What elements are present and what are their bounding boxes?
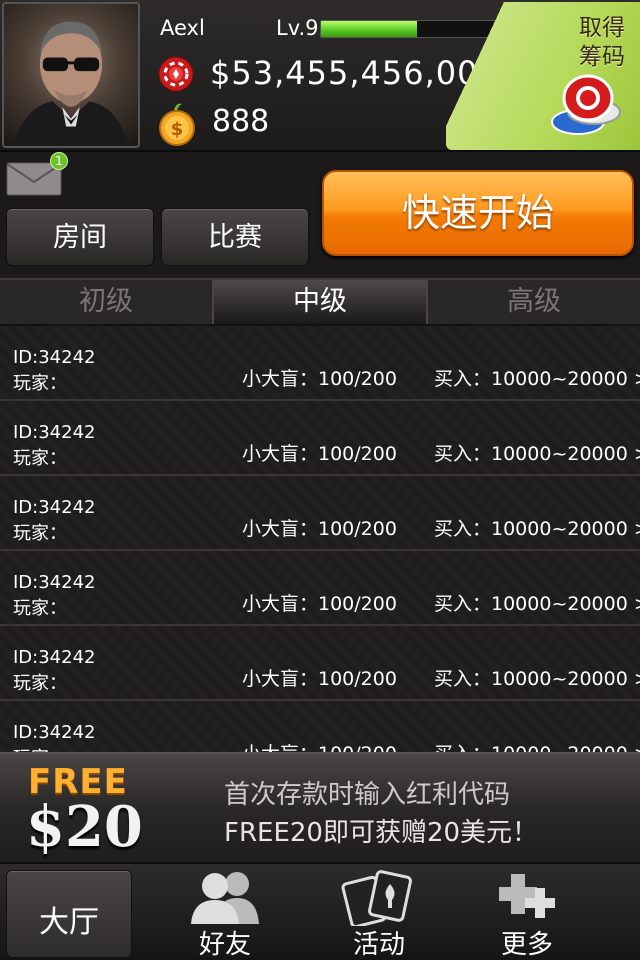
tab-advanced[interactable]: 高级 <box>428 280 640 324</box>
level-label: Lv.9 <box>276 16 319 40</box>
table-row[interactable]: ID:34242 玩家： 小大盲：100/200 买入：10000~20000 … <box>0 551 640 626</box>
room-blinds: 小大盲：100/200 <box>242 668 397 690</box>
tab-beginner[interactable]: 初级 <box>0 280 214 324</box>
room-players: 玩家： <box>13 448 67 469</box>
quick-start-button[interactable]: 快速开始 <box>322 170 634 256</box>
room-id: ID:34242 <box>13 722 96 743</box>
room-players: 玩家： <box>13 523 67 544</box>
profile-header: Aexl Lv.9 $53,455,456,000 $ 888 取得筹码 <box>0 0 640 152</box>
room-buyin: 买入：10000~20000 > <box>434 593 640 615</box>
room-players: 玩家： <box>13 744 67 752</box>
chip-stack-icon <box>551 74 621 135</box>
room-id: ID:34242 <box>13 497 96 518</box>
promo-text-line2: FREE20即可获赠20美元！ <box>224 818 539 848</box>
mail-badge: 1 <box>50 152 68 170</box>
nav-more[interactable]: 更多 <box>452 864 602 960</box>
room-players: 玩家： <box>13 373 67 394</box>
room-buyin: 买入：10000~20000 > <box>434 368 640 390</box>
cards-icon <box>341 870 412 926</box>
level-tabs: 初级 中级 高级 <box>0 278 640 326</box>
room-id: ID:34242 <box>13 347 96 368</box>
nav-events[interactable]: 活动 <box>304 864 454 960</box>
room-id: ID:34242 <box>13 572 96 593</box>
room-blinds: 小大盲：100/200 <box>242 739 397 752</box>
promo-banner[interactable]: FREE $20 首次存款时输入红利代码 FREE20即可获赠20美元！ <box>0 752 640 862</box>
get-chips-label: 取得筹码 <box>579 15 625 70</box>
room-buyin: 买入：10000~20000 > <box>434 518 640 540</box>
level-progress-fill <box>321 21 418 37</box>
room-blinds: 小大盲：100/200 <box>242 368 397 390</box>
room-buyin: 买入：10000~20000 > <box>434 443 640 465</box>
bottom-nav: 大厅 好友 活动 更多 <box>0 862 640 960</box>
table-row[interactable]: ID:34242 玩家： 小大盲：100/200 买入：10000~20000 … <box>0 476 640 551</box>
more-plus-icon <box>499 874 555 918</box>
svg-text:$: $ <box>171 119 184 140</box>
poker-chip-icon <box>158 56 194 92</box>
coin-balance: 888 <box>212 104 270 139</box>
table-row[interactable]: ID:34242 玩家： 小大盲：100/200 买入：10000~20000 … <box>0 401 640 476</box>
room-buyin: 买入：10000~20000 > <box>434 739 640 752</box>
room-players: 玩家： <box>13 598 67 619</box>
room-list: ID:34242 玩家： 小大盲：100/200 买入：10000~20000 … <box>0 326 640 752</box>
room-players: 玩家： <box>13 673 67 694</box>
nav-lobby[interactable]: 大厅 <box>6 870 132 958</box>
tab-intermediate[interactable]: 中级 <box>214 280 428 324</box>
promo-amount: $20 <box>26 794 143 860</box>
room-id: ID:34242 <box>13 647 96 668</box>
room-buyin: 买入：10000~20000 > <box>434 668 640 690</box>
room-blinds: 小大盲：100/200 <box>242 518 397 540</box>
nav-lobby-label: 大厅 <box>39 905 99 940</box>
room-id: ID:34242 <box>13 422 96 443</box>
nav-friends[interactable]: 好友 <box>150 864 300 960</box>
table-row[interactable]: ID:34242 玩家： 小大盲：100/200 买入：10000~20000 … <box>0 701 640 752</box>
player-portrait-icon <box>13 21 129 146</box>
get-chips-button[interactable]: 取得筹码 <box>446 2 640 150</box>
username: Aexl <box>160 16 205 40</box>
promo-text-line1: 首次存款时输入红利代码 <box>224 780 511 810</box>
table-row[interactable]: ID:34242 玩家： 小大盲：100/200 买入：10000~20000 … <box>0 326 640 401</box>
tournament-button[interactable]: 比赛 <box>161 208 309 266</box>
gold-coin-icon: $ <box>159 103 195 146</box>
avatar[interactable] <box>2 2 140 148</box>
rooms-button[interactable]: 房间 <box>6 208 154 266</box>
friends-icon <box>191 872 259 924</box>
nav-friends-label: 好友 <box>198 930 251 960</box>
nav-events-label: 活动 <box>352 930 405 960</box>
table-row[interactable]: ID:34242 玩家： 小大盲：100/200 买入：10000~20000 … <box>0 626 640 701</box>
room-blinds: 小大盲：100/200 <box>242 593 397 615</box>
nav-more-label: 更多 <box>500 930 553 960</box>
room-blinds: 小大盲：100/200 <box>242 443 397 465</box>
